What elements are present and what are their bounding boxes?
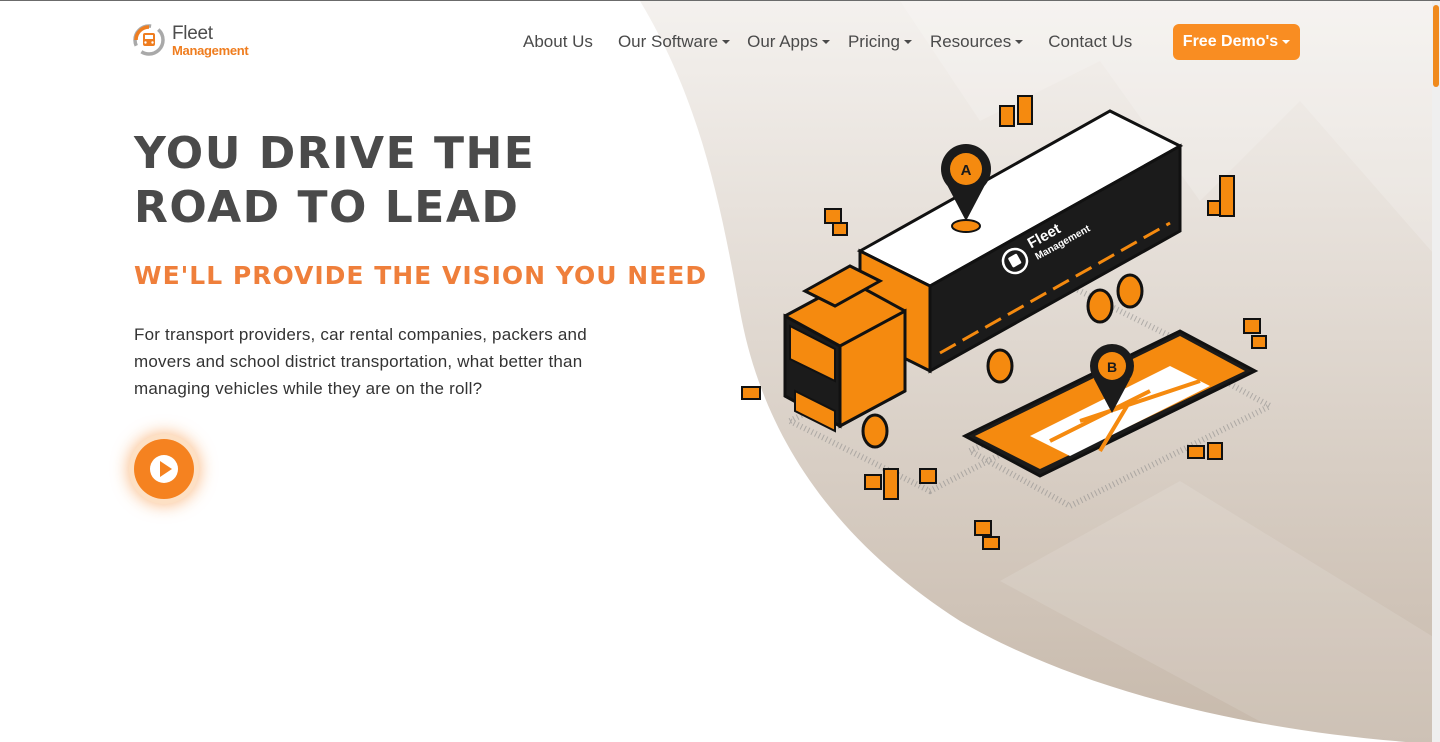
fleet-logo-icon — [133, 24, 165, 56]
brand-logo[interactable]: Fleet Management — [132, 22, 249, 58]
nav-our-software[interactable]: Our Software — [617, 32, 731, 52]
nav-contact-us-label: Contact Us — [1048, 32, 1133, 51]
brand-name-line2: Management — [172, 42, 249, 58]
nav-resources-label: Resources — [929, 32, 1012, 51]
nav-our-apps-label: Our Apps — [747, 32, 818, 51]
nav-our-apps[interactable]: Our Apps — [747, 32, 830, 52]
free-demo-label: Free Demo's — [1182, 33, 1279, 50]
nav-contact-us[interactable]: Contact Us — [1048, 32, 1132, 52]
nav-pricing-label: Pricing — [847, 32, 900, 51]
caret-down-icon — [903, 40, 912, 44]
play-video-button[interactable] — [134, 439, 194, 499]
scrollbar[interactable] — [1432, 1, 1440, 742]
play-icon — [150, 455, 178, 483]
pin-a-label: A — [961, 162, 972, 179]
top-navbar: Fleet Management About Us Our Software O… — [0, 1, 1440, 81]
pin-b-label: B — [1107, 359, 1117, 375]
main-nav: About Us Our Software Our Apps Pricing R… — [523, 24, 1149, 60]
free-demo-button[interactable]: Free Demo's — [1173, 24, 1300, 60]
hero-title: YOU DRIVE THE ROAD TO LEAD — [134, 128, 536, 233]
hero-subtitle: WE'LL PROVIDE THE VISION YOU NEED — [134, 261, 708, 290]
caret-down-icon — [722, 40, 731, 44]
nav-resources[interactable]: Resources — [929, 32, 1024, 52]
caret-down-icon — [821, 40, 830, 44]
nav-pricing[interactable]: Pricing — [848, 32, 912, 52]
nav-about-us-label: About Us — [523, 32, 593, 51]
truck-phone-illustration: Fleet Management A B — [741, 95, 1277, 550]
caret-down-icon — [1282, 40, 1291, 44]
nav-our-software-label: Our Software — [617, 32, 719, 51]
hero-description: For transport providers, car rental comp… — [134, 325, 587, 398]
truck-trailer: Fleet Management — [856, 109, 1184, 374]
nav-about-us[interactable]: About Us — [523, 32, 593, 52]
caret-down-icon — [1015, 40, 1024, 44]
brand-name-line1: Fleet — [172, 22, 213, 44]
